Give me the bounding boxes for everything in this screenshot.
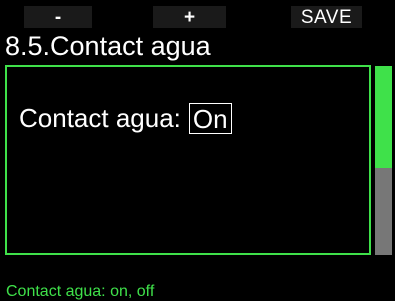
scrollbar[interactable] (375, 66, 392, 255)
setting-value-selector[interactable]: On (188, 103, 232, 134)
setting-label: Contact agua: (19, 103, 181, 133)
plus-button[interactable]: + (153, 6, 226, 28)
settings-panel: Contact agua: On (5, 65, 371, 255)
save-button[interactable]: SAVE (291, 6, 362, 28)
contact-agua-setting: Contact agua: On (19, 103, 232, 134)
page-title: 8.5.Contact agua (5, 31, 211, 61)
status-hint: Contact agua: on, off (6, 283, 155, 300)
scrollbar-thumb[interactable] (375, 66, 392, 169)
minus-button-label: - (54, 6, 62, 28)
minus-button[interactable]: - (24, 6, 92, 28)
plus-button-label: + (183, 6, 196, 28)
save-button-label: SAVE (300, 6, 353, 28)
